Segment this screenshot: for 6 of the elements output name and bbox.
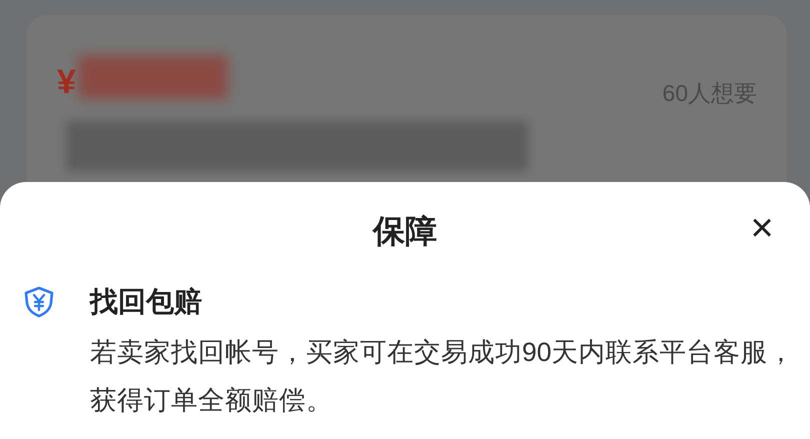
shield-icon (22, 285, 56, 319)
close-button[interactable]: × (748, 214, 776, 242)
sheet-title: 保障 (373, 212, 437, 251)
guarantee-title: 找回包赔 (90, 285, 203, 319)
currency-symbol: ¥ (57, 65, 76, 99)
guarantee-description: 若卖家找回帐号，买家可在交易成功90天内联系平台客服，获得订单全额赔偿。 (90, 336, 796, 417)
